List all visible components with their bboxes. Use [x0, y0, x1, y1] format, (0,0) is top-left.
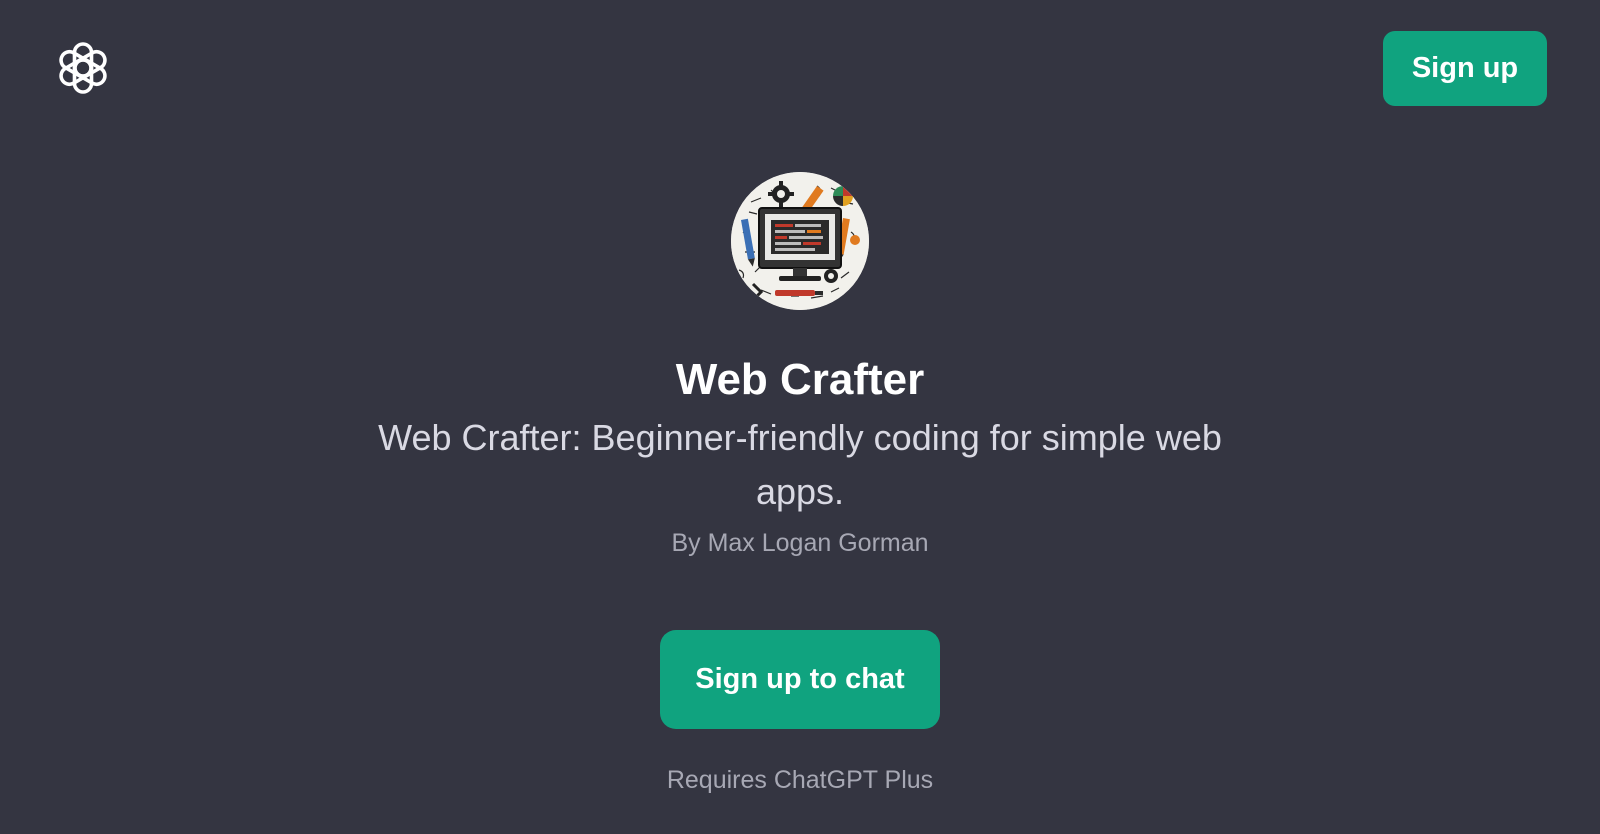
openai-logo-graphic [59, 42, 107, 94]
openai-logo-icon[interactable] [53, 38, 113, 98]
gpt-description: Web Crafter: Beginner-friendly coding fo… [378, 417, 1222, 512]
avatar-illustration [731, 172, 869, 310]
web-crafter-avatar [731, 172, 869, 310]
gpt-author: By Max Logan Gorman [671, 529, 929, 557]
requirement-note: Requires ChatGPT Plus [666, 766, 934, 794]
header-signup-button[interactable]: Sign up [1383, 31, 1547, 106]
signup-to-chat-button[interactable]: Sign up to chat [660, 630, 940, 729]
gpt-title: Web Crafter [675, 355, 925, 404]
